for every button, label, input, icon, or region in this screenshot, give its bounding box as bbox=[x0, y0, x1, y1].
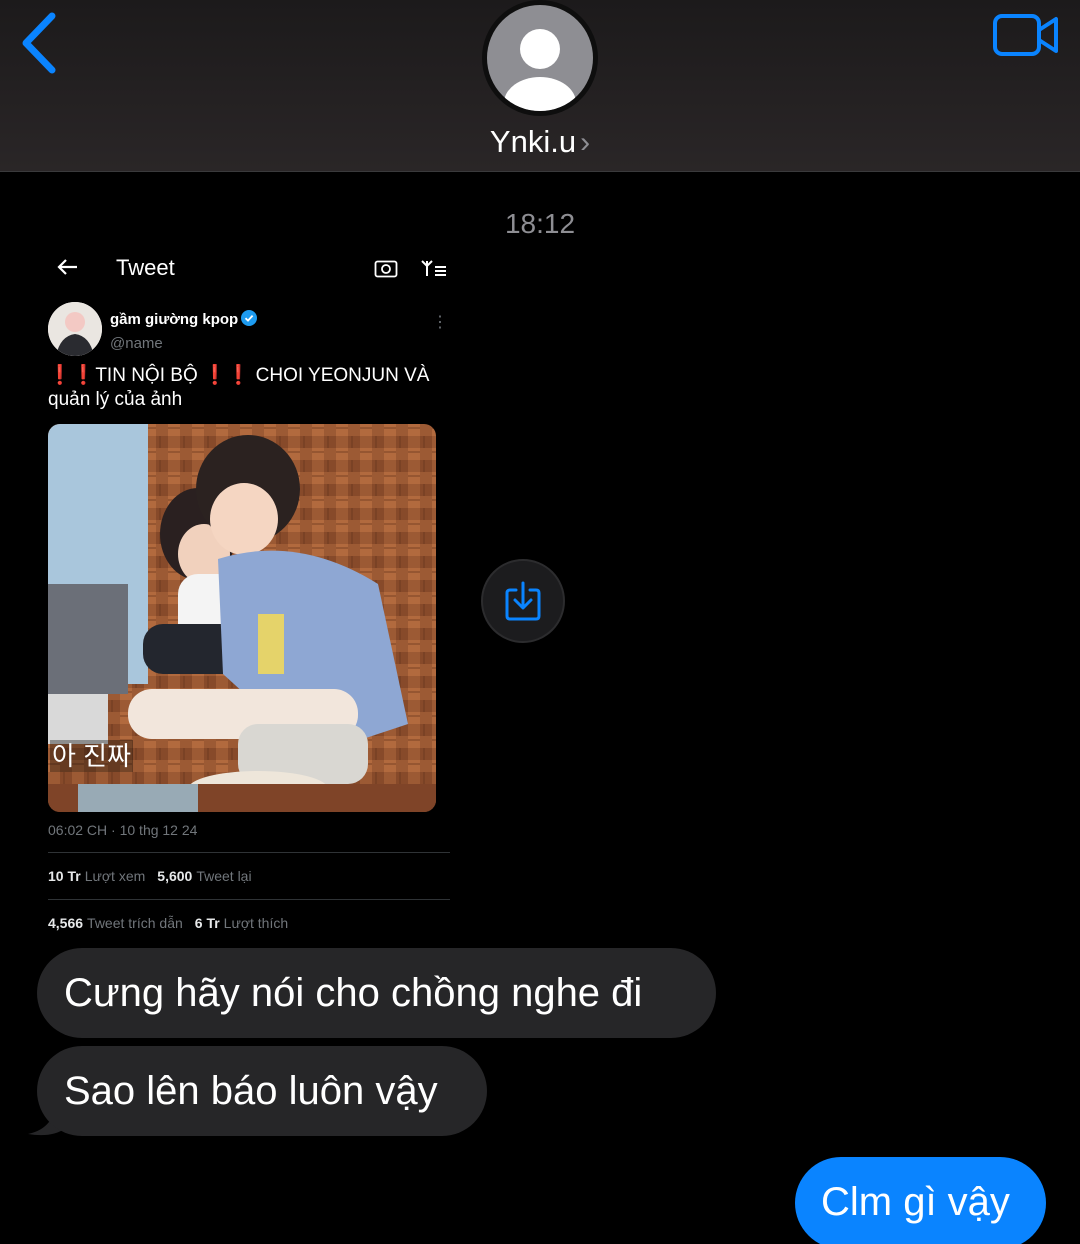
outgoing-message-bubble[interactable]: Clm gì vậy bbox=[795, 1157, 1046, 1244]
views-count: 10 Tr bbox=[48, 868, 81, 884]
video-camera-icon bbox=[993, 14, 1058, 56]
back-button[interactable] bbox=[18, 10, 68, 76]
save-image-button[interactable] bbox=[481, 559, 565, 643]
chevron-left-icon bbox=[22, 12, 56, 74]
contact-name-button[interactable]: Ynki.u › bbox=[0, 124, 1080, 160]
tweet-photo: 아 진짜 bbox=[48, 424, 436, 812]
tweet-stats-row: 4,566 Tweet trích dẫn 6 Tr Lượt thích bbox=[48, 915, 288, 931]
conversation-header: Ynki.u › bbox=[0, 0, 1080, 172]
likes-label: Lượt thích bbox=[223, 915, 289, 931]
tweet-author-avatar bbox=[48, 302, 102, 356]
tweet-author-name: gầm giường kpop bbox=[110, 310, 258, 328]
contact-name: Ynki.u bbox=[489, 124, 577, 159]
exclamation-emoji: ❗❗ bbox=[48, 365, 96, 386]
tweet-text: ❗❗TIN NỘI BỘ ❗❗ CHOI YEONJUN VÀ quản lý … bbox=[48, 365, 430, 410]
person-placeholder-icon bbox=[504, 29, 576, 111]
views-label: Lượt xem bbox=[84, 868, 146, 884]
tweet-stats-row: 10 Tr Lượt xem 5,600 Tweet lại bbox=[48, 868, 252, 884]
divider bbox=[48, 899, 450, 900]
message-timestamp: 18:12 bbox=[504, 208, 576, 239]
more-options-icon: ⋮ bbox=[432, 314, 448, 331]
quotes-label: Tweet trích dẫn bbox=[87, 915, 183, 931]
contact-avatar[interactable] bbox=[482, 0, 598, 116]
photo-caption: 아 진짜 bbox=[50, 740, 133, 772]
download-icon bbox=[505, 581, 541, 621]
retweets-label: Tweet lại bbox=[196, 868, 252, 884]
shared-screenshot-image[interactable]: Tweet gầm giường kpop @name ⋮ ❗❗TIN NỘI … bbox=[40, 240, 460, 940]
tweet-author-handle: @name bbox=[110, 335, 163, 352]
sort-icon bbox=[421, 260, 446, 276]
tweet-date: 06:02 CH · 10 thg 12 24 bbox=[48, 822, 198, 838]
incoming-message-bubble[interactable]: Sao lên báo luôn vậy bbox=[37, 1046, 487, 1136]
verified-badge-icon bbox=[241, 310, 258, 326]
camera-icon bbox=[374, 260, 398, 278]
divider bbox=[48, 852, 450, 853]
quotes-count: 4,566 bbox=[48, 915, 84, 931]
likes-count: 6 Tr bbox=[194, 915, 220, 931]
exclamation-emoji: ❗❗ bbox=[203, 365, 251, 386]
retweets-count: 5,600 bbox=[157, 868, 193, 884]
arrow-left-icon bbox=[57, 259, 77, 275]
incoming-message-bubble[interactable]: Cưng hãy nói cho chồng nghe đi bbox=[37, 948, 716, 1038]
video-call-button[interactable] bbox=[992, 12, 1062, 58]
chevron-right-icon: › bbox=[580, 126, 591, 159]
screen-title: Tweet bbox=[116, 255, 175, 280]
